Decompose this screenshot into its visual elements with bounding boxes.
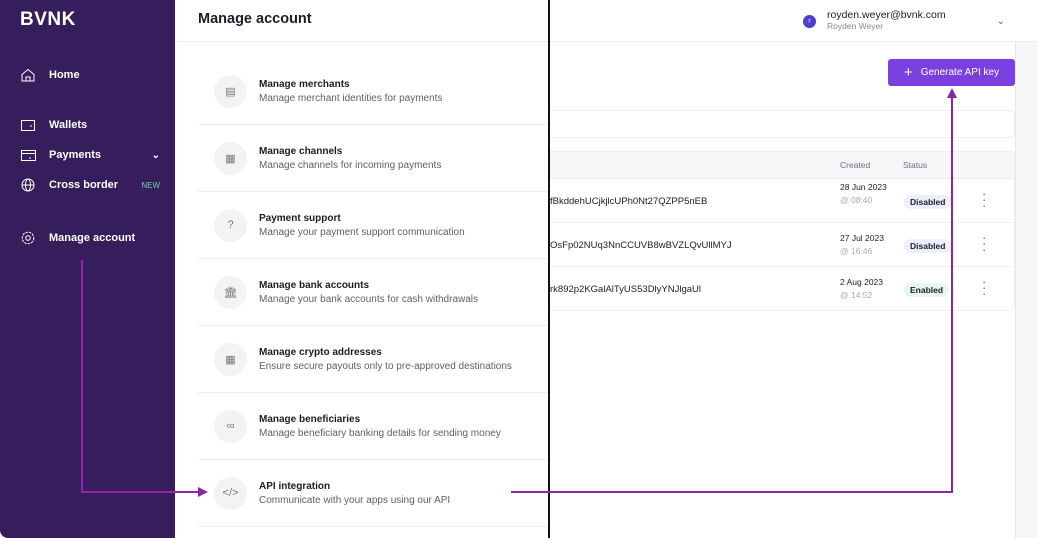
menu-item-channels[interactable]: ▦ Manage channels Manage channels for inco… xyxy=(198,125,548,192)
plus-icon: + xyxy=(903,64,913,81)
sidebar-item-label: Home xyxy=(49,69,80,81)
page-title: Manage account xyxy=(198,11,312,27)
table-row: rk892p2KGalAlTyUS53DlyYNJlgaUl 2 Aug 2023… xyxy=(550,266,1014,310)
status-badge: Disabled xyxy=(904,195,952,209)
menu-desc: Manage channels for incoming payments xyxy=(259,159,442,171)
arrowhead-icon xyxy=(947,88,957,98)
divider-line xyxy=(548,0,550,538)
table-header: Created Status xyxy=(550,152,1014,178)
account-menu: ▤ Manage merchants Manage merchant identit… xyxy=(198,58,548,527)
more-icon[interactable]: · · · xyxy=(982,187,986,212)
menu-item-merchants[interactable]: ▤ Manage merchants Manage merchant identit… xyxy=(198,58,548,125)
menu-title: Manage beneficiaries xyxy=(259,413,361,425)
qr-icon: ▦ xyxy=(214,141,247,175)
search-input[interactable] xyxy=(550,110,1015,138)
table-row: fBkddehUCjkjlcUPh0Nt27QZPP5nEB 28 Jun 202… xyxy=(550,178,1014,222)
sidebar-item-label: Wallets xyxy=(49,119,88,131)
menu-title: Payment support xyxy=(259,212,341,224)
generate-label: Generate API key xyxy=(920,67,1000,78)
sidebar-item-label: Cross border xyxy=(49,179,119,191)
sidebar-item-wallets[interactable]: Wallets xyxy=(20,117,160,133)
created-date: 28 Jun 2023 xyxy=(840,182,887,192)
people-icon: ∞ xyxy=(214,409,247,443)
card-icon xyxy=(20,147,36,163)
menu-desc: Manage merchant identities for payments xyxy=(259,92,443,104)
sidebar-item-label: Manage account xyxy=(49,232,136,244)
status-badge: Enabled xyxy=(904,283,950,297)
question-icon: ? xyxy=(214,208,247,242)
menu-desc: Manage beneficiary banking details for s… xyxy=(259,427,501,439)
created-time: @ 14:52 xyxy=(840,290,873,300)
api-key: rk892p2KGalAlTyUS53DlyYNJlgaUl xyxy=(550,284,702,295)
bank-icon: 🏛 xyxy=(214,275,247,309)
chevron-down-icon[interactable]: ⌄ xyxy=(997,16,1005,27)
sidebar-item-cross-border[interactable]: Cross border NEW xyxy=(20,177,160,193)
sidebar-item-home[interactable]: Home xyxy=(20,67,160,83)
sidebar: BVNK Home Wallets Payments ⌄ Cross border… xyxy=(0,0,175,538)
menu-item-beneficiaries[interactable]: ∞ Manage beneficiaries Manage beneficiary … xyxy=(198,393,548,460)
created-time: @ 16:46 xyxy=(840,246,873,256)
created-time: @ 08:40 xyxy=(840,195,873,205)
created-date: 27 Jul 2023 xyxy=(840,233,884,243)
api-key: fBkddehUCjkjlcUPh0Nt27QZPP5nEB xyxy=(550,196,708,207)
new-badge: NEW xyxy=(141,180,160,190)
sidebar-item-payments[interactable]: Payments ⌄ xyxy=(20,147,160,163)
globe-icon xyxy=(20,177,36,193)
header: Manage account r royden.weyer@bvnk.com Ro… xyxy=(175,0,1038,42)
more-icon[interactable]: · · · xyxy=(982,275,986,300)
header-status: Status xyxy=(903,160,928,170)
menu-title: Manage channels xyxy=(259,145,343,157)
sidebar-item-label: Payments xyxy=(49,149,101,161)
logo: BVNK xyxy=(20,9,76,30)
sidebar-item-manage-account[interactable]: Manage account xyxy=(20,230,160,246)
wallet-icon xyxy=(20,117,36,133)
header-created: Created xyxy=(840,160,871,170)
user-email: royden.weyer@bvnk.com xyxy=(827,9,946,21)
menu-title: Manage bank accounts xyxy=(259,279,370,291)
chevron-down-icon[interactable]: ⌄ xyxy=(152,150,160,161)
created-date: 2 Aug 2023 xyxy=(840,277,884,287)
user-menu[interactable]: r royden.weyer@bvnk.com Royden Weyer ⌄ xyxy=(795,5,1015,37)
store-icon: ▤ xyxy=(214,74,247,108)
table-row: OsFp02NUq3NnCCUVB8wBVZLQvUllMYJ 27 Jul 20… xyxy=(550,222,1014,266)
menu-desc: Ensure secure payouts only to pre-approv… xyxy=(259,360,512,372)
home-icon xyxy=(20,67,36,83)
code-icon: </> xyxy=(214,476,247,510)
api-key: OsFp02NUq3NnCCUVB8wBVZLQvUllMYJ xyxy=(550,240,732,251)
menu-desc: Manage your bank accounts for cash withd… xyxy=(259,293,479,305)
avatar: r xyxy=(803,14,816,28)
more-icon[interactable]: · · · xyxy=(982,231,986,256)
menu-item-crypto-addresses[interactable]: ▦ Manage crypto addresses Ensure secure pa… xyxy=(198,326,548,393)
menu-desc: Communicate with your apps using our API xyxy=(259,494,451,506)
qr-icon: ▦ xyxy=(214,342,247,376)
menu-item-api-integration[interactable]: </> API integration Communicate with your … xyxy=(198,460,548,527)
menu-title: Manage crypto addresses xyxy=(259,346,382,358)
menu-item-bank-accounts[interactable]: 🏛 Manage bank accounts Manage your bank ac… xyxy=(198,259,548,326)
menu-title: API integration xyxy=(259,480,331,492)
menu-title: Manage merchants xyxy=(259,78,350,90)
status-badge: Disabled xyxy=(904,239,952,253)
generate-api-key-button[interactable]: + Generate API key xyxy=(888,59,1015,86)
api-keys-table: Created Status fBkddehUCjkjlcUPh0Nt27QZPP… xyxy=(550,151,1015,311)
gear-icon xyxy=(20,230,36,246)
menu-item-payment-support[interactable]: ? Payment support Manage your payment supp… xyxy=(198,192,548,259)
user-name: Royden Weyer xyxy=(827,21,884,31)
scroll-area xyxy=(1015,42,1038,538)
menu-desc: Manage your payment support communicatio… xyxy=(259,226,465,238)
